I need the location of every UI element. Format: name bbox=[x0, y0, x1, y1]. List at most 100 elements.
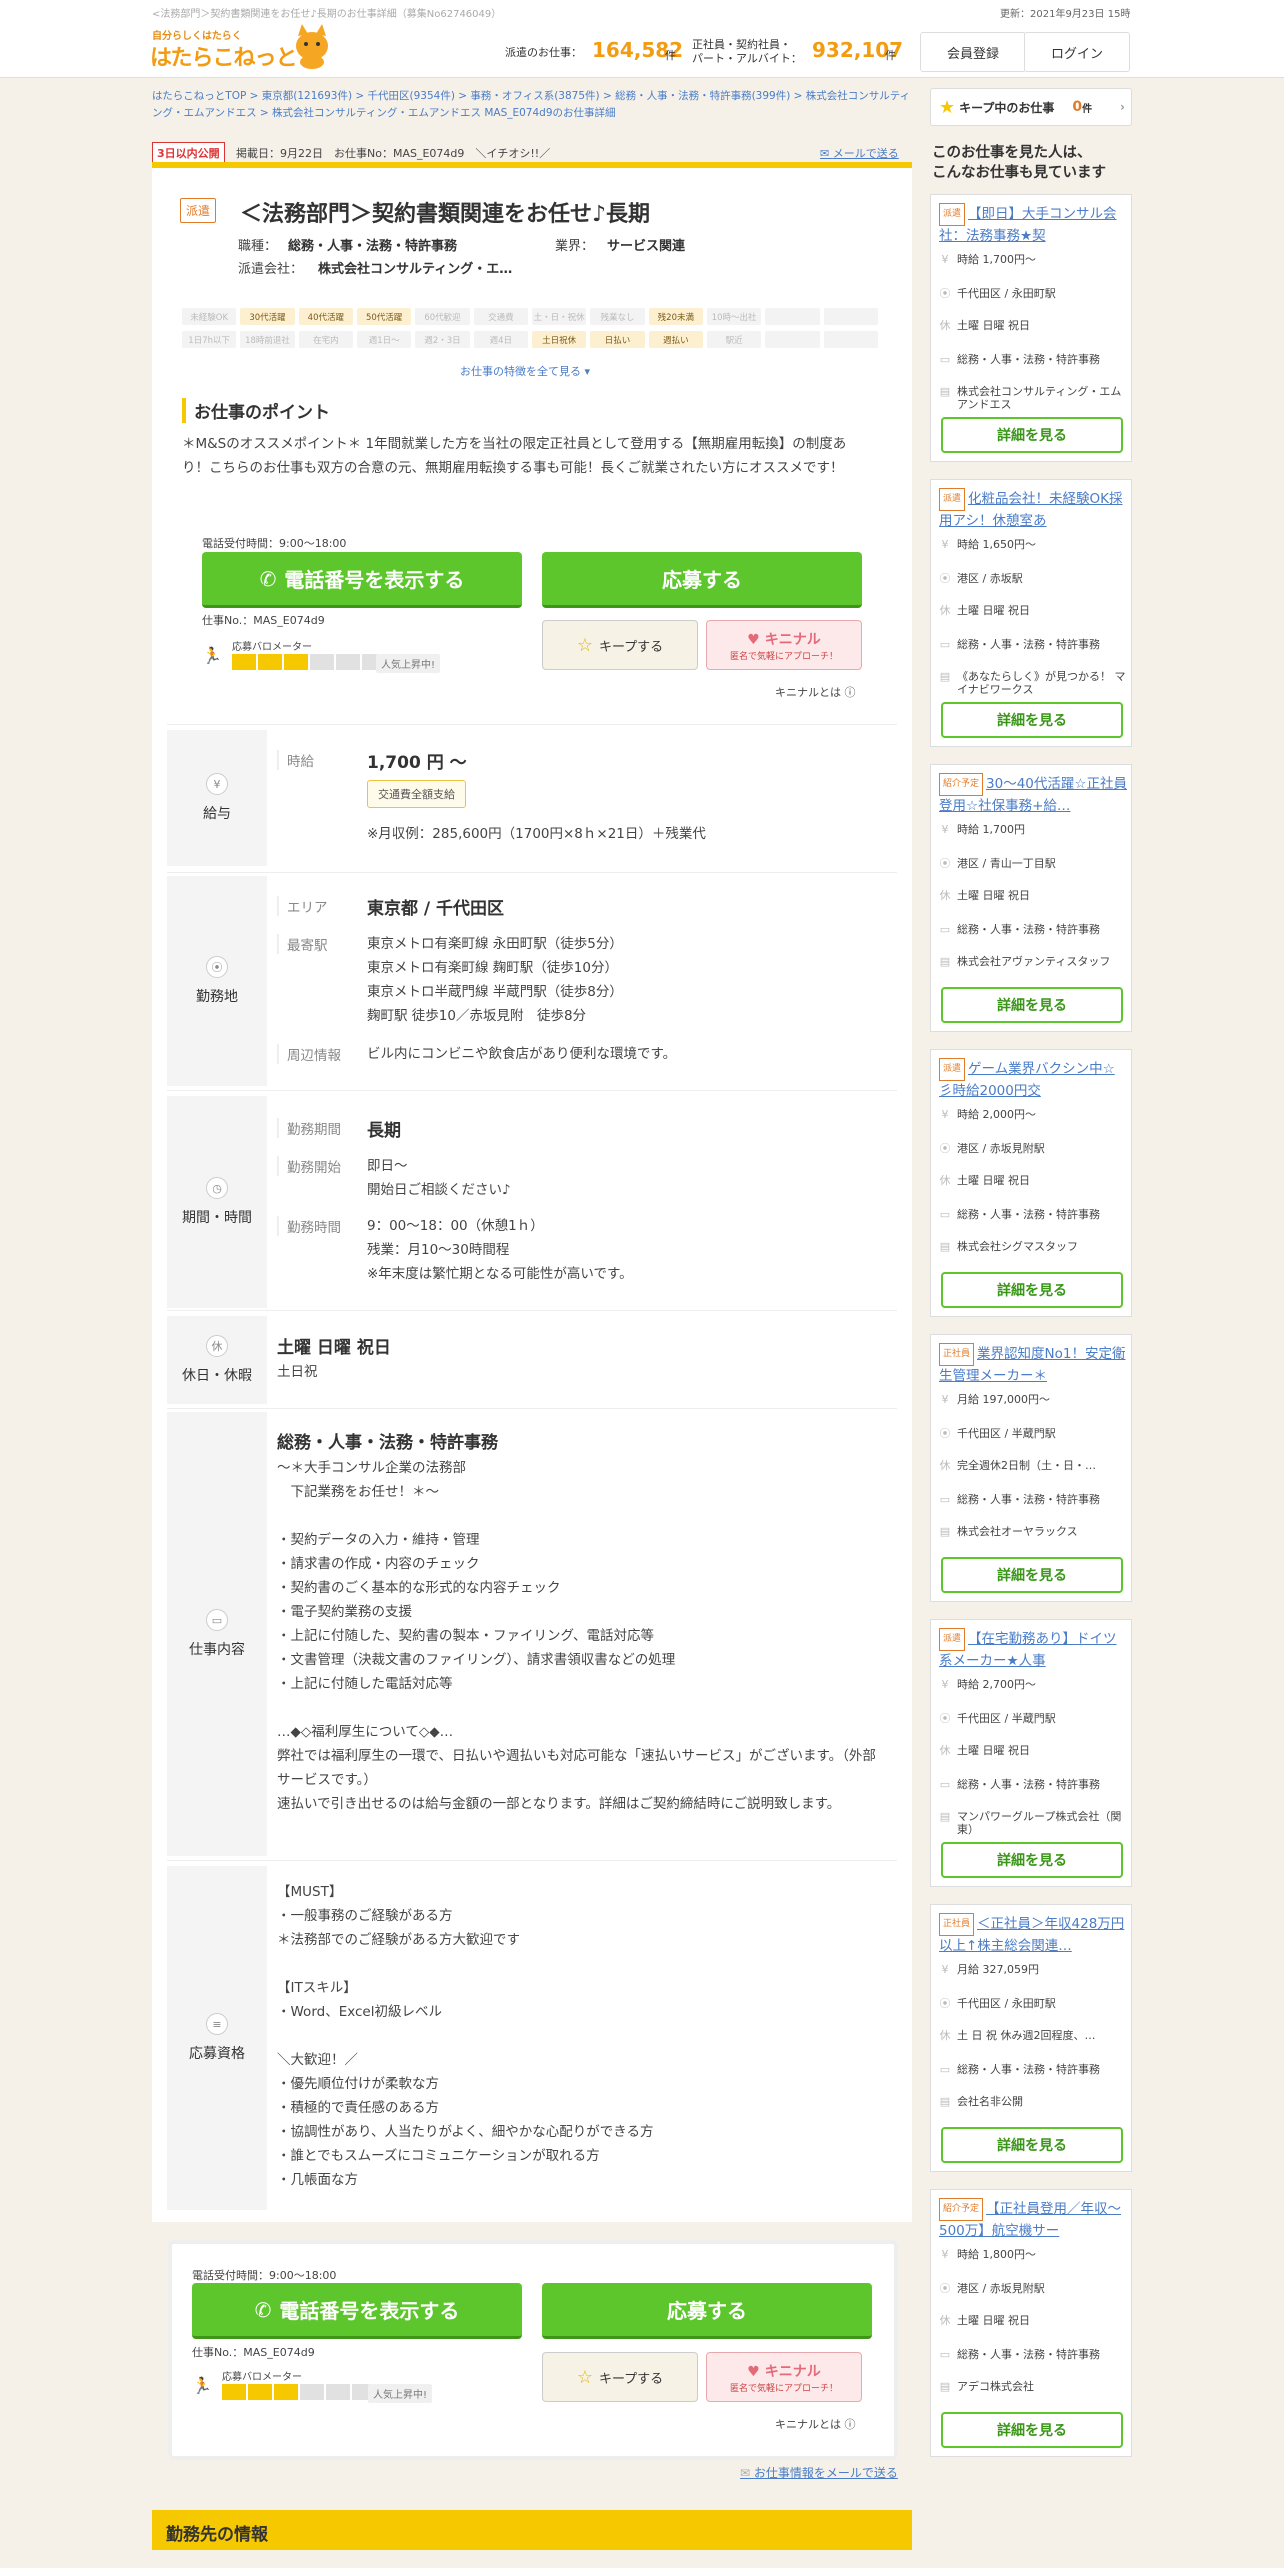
building-icon: ▤ bbox=[939, 1525, 951, 1538]
meter-segment bbox=[222, 2384, 246, 2400]
chevron-right-icon: › bbox=[1120, 100, 1125, 114]
related-job-holiday: 休土 日 祝 休み週2回程度、… bbox=[939, 2029, 1129, 2042]
text-line: ・誰とでもスムーズにコミュニケーションが取れる方 bbox=[277, 2148, 600, 2164]
meter-segment bbox=[232, 654, 256, 670]
kininal-help-link[interactable]: キニナルとは ⓘ bbox=[775, 684, 856, 700]
related-job-title[interactable]: 正社員 業界認知度No1！安定衛生管理メーカー＊ bbox=[939, 1343, 1127, 1385]
related-job-card[interactable]: 派遣 【在宅勤務あり】ドイツ系メーカー★人事 ¥ 時給 2,700円～ ⦿ 千代田区 / … bbox=[930, 1619, 1132, 1887]
apply-button-bottom[interactable]: 応募する bbox=[542, 2283, 872, 2339]
yen-icon: ¥ bbox=[941, 1108, 949, 1121]
related-job-title-text: 化粧品会社！未経験OK採用アシ！休憩室あ bbox=[939, 491, 1123, 529]
kininal-button[interactable]: ♥ キニナル 匿名で気軽にアプローチ！ bbox=[706, 620, 862, 670]
meter-label: 応募バロメーター bbox=[232, 642, 312, 653]
building-icon: ▤ bbox=[939, 1810, 951, 1823]
heart-icon: ♥ bbox=[747, 631, 765, 648]
related-job-title[interactable]: 派遣 【即日】大手コンサル会社：法務事務★契 bbox=[939, 203, 1127, 245]
related-job-title[interactable]: 派遣 【在宅勤務あり】ドイツ系メーカー★人事 bbox=[939, 1628, 1127, 1670]
show-phone-button-bottom[interactable]: ✆ 電話番号を表示する bbox=[192, 2283, 522, 2339]
yen-icon: ¥ bbox=[941, 1963, 949, 1976]
related-job-card[interactable]: 派遣 ゲーム業界バクシン中☆彡時給2000円交 ¥ 時給 2,000円～ ⦿ 港区 / 赤… bbox=[930, 1049, 1132, 1317]
yen-icon: ¥ bbox=[941, 823, 949, 836]
text-line: 下記業務をお任せ！＊～ bbox=[277, 1484, 439, 1500]
start-line: 即日～ bbox=[367, 1158, 408, 1174]
related-job-card[interactable]: 紹介予定 【正社員登用／年収～500万】航空機サー ¥ 時給 1,800円～ ⦿ 港区 /… bbox=[930, 2189, 1132, 2457]
start-key: 勤務開始 bbox=[277, 1156, 341, 1176]
related-job-card[interactable]: 派遣 【即日】大手コンサル会社：法務事務★契 ¥ 時給 1,700円～ ⦿ 千代田区 / … bbox=[930, 194, 1132, 462]
detail-button[interactable]: 詳細を見る bbox=[941, 987, 1123, 1023]
time-line: 9：00～18：00（休憩1ｈ） bbox=[367, 1218, 544, 1234]
work-description: ～＊大手コンサル企業の法務部 下記業務をお任せ！＊～ ・契約データの入力・維持・管… bbox=[277, 1456, 877, 1816]
breadcrumb-line-1[interactable]: はたらこねっとTOP > 東京都(121693件) > 千代田区(9354件) … bbox=[152, 88, 912, 105]
keep-button[interactable]: ☆ キープする bbox=[542, 620, 698, 670]
related-job-title[interactable]: 派遣 ゲーム業界バクシン中☆彡時給2000円交 bbox=[939, 1058, 1127, 1100]
related-job-pay-value: 時給 1,700円 bbox=[957, 823, 1025, 836]
related-job-title-text: 【在宅勤務あり】ドイツ系メーカー★人事 bbox=[939, 1631, 1117, 1669]
keep-list-label: キープ中のお仕事 bbox=[959, 100, 1055, 115]
related-job-title[interactable]: 派遣 化粧品会社！未経験OK採用アシ！休憩室あ bbox=[939, 488, 1127, 530]
meter-segment bbox=[284, 654, 308, 670]
text-line: ・契約書のごく基本的な形式的な内容チェック bbox=[277, 1580, 561, 1596]
location-section: ⦿ 勤務地 bbox=[167, 876, 267, 1086]
qualification-label: 応募資格 bbox=[189, 2046, 245, 2062]
feature-tag: 週払い bbox=[648, 331, 703, 348]
login-button[interactable]: ログイン bbox=[1024, 32, 1130, 72]
mail-job-link[interactable]: ✉ お仕事情報をメールで送る bbox=[740, 2464, 898, 2481]
related-job-holiday-value: 土曜 日曜 祝日 bbox=[957, 2314, 1030, 2327]
related-job-card[interactable]: 正社員 業界認知度No1！安定衛生管理メーカー＊ ¥ 月給 197,000円～ ⦿ 千代田… bbox=[930, 1334, 1132, 1602]
feature-tag bbox=[765, 308, 820, 325]
related-heading-line: こんなお仕事も見ています bbox=[932, 165, 1106, 181]
kininal-button-bottom[interactable]: ♥ キニナル 匿名で気軽にアプローチ！ bbox=[706, 2352, 862, 2402]
occupation-value: 総務・人事・法務・特許事務 bbox=[288, 239, 458, 254]
detail-button[interactable]: 詳細を見る bbox=[941, 1557, 1123, 1593]
related-job-pay-value: 時給 1,650円～ bbox=[957, 538, 1036, 551]
briefcase-icon: ▭ bbox=[206, 1609, 228, 1631]
related-job-card[interactable]: 紹介予定 30～40代活躍☆正社員登用☆社保事務+給… ¥ 時給 1,700円 ⦿ 港区 … bbox=[930, 764, 1132, 1032]
detail-button[interactable]: 詳細を見る bbox=[941, 2127, 1123, 2163]
station-item: 麹町駅 徒歩10／赤坂見附 徒歩8分 bbox=[367, 1008, 587, 1024]
feature-tag: 土日祝休 bbox=[531, 331, 587, 348]
related-job-company-value: アデコ株式会社 bbox=[957, 2380, 1034, 2393]
mail-icon: ✉ bbox=[740, 2466, 754, 2480]
related-job-card[interactable]: 正社員 ＜正社員＞年収428万円以上↑株主総会関連… ¥ 月給 327,059円 ⦿ 千代… bbox=[930, 1904, 1132, 2172]
feature-tag: 駅近 bbox=[706, 331, 762, 348]
breadcrumb-line-2[interactable]: ング・エムアンドエス > 株式会社コンサルティング・エムアンドエス MAS_E0… bbox=[152, 105, 912, 122]
dispatch-count-label: 派遣のお仕事： bbox=[505, 46, 582, 59]
mail-link[interactable]: ✉ メールで送る bbox=[820, 145, 899, 161]
register-button[interactable]: 会員登録 bbox=[920, 32, 1026, 72]
keep-button-bottom[interactable]: ☆ キープする bbox=[542, 2352, 698, 2402]
keep-list-link[interactable]: ★ キープ中のお仕事 0件 › bbox=[930, 88, 1132, 126]
related-job-title[interactable]: 紹介予定 30～40代活躍☆正社員登用☆社保事務+給… bbox=[939, 773, 1127, 815]
yen-icon: ¥ bbox=[941, 253, 949, 266]
holiday-icon: 休 bbox=[939, 1744, 951, 1757]
detail-button[interactable]: 詳細を見る bbox=[941, 702, 1123, 738]
related-job-title[interactable]: 紹介予定 【正社員登用／年収～500万】航空機サー bbox=[939, 2198, 1127, 2240]
related-job-holiday: 休完全週休2日制（土・日・… bbox=[939, 1459, 1129, 1472]
related-job-card[interactable]: 派遣 化粧品会社！未経験OK採用アシ！休憩室あ ¥ 時給 1,650円～ ⦿ 港区 / 赤… bbox=[930, 479, 1132, 747]
detail-button[interactable]: 詳細を見る bbox=[941, 2412, 1123, 2448]
feature-tag: 週4日 bbox=[473, 331, 528, 348]
station-item: 東京メトロ有楽町線 永田町駅（徒歩5分） bbox=[367, 936, 623, 952]
text-line: ・契約データの入力・維持・管理 bbox=[277, 1532, 480, 1548]
qualification-list: 【MUST】 ・一般事務のご経験がある方 ＊法務部でのご経験がある方大歓迎です 【IT… bbox=[277, 1880, 877, 2192]
tel-hours-bottom: 電話受付時間：9:00～18:00 bbox=[192, 2269, 337, 2282]
related-job-job-value: 総務・人事・法務・特許事務 bbox=[957, 1778, 1100, 1791]
feature-tag: 60代歓迎 bbox=[415, 308, 470, 325]
related-job-title[interactable]: 正社員 ＜正社員＞年収428万円以上↑株主総会関連… bbox=[939, 1913, 1127, 1955]
company-label: 派遣会社： bbox=[238, 262, 304, 277]
related-job-job-value: 総務・人事・法務・特許事務 bbox=[957, 1493, 1100, 1506]
kininal-help-link-bottom[interactable]: キニナルとは ⓘ bbox=[775, 2416, 856, 2432]
related-job-pay: ¥ 時給 1,700円 bbox=[939, 823, 1129, 836]
site-logo[interactable]: はたらこねっと bbox=[150, 40, 298, 72]
related-job-pay-value: 月給 327,059円 bbox=[957, 1963, 1039, 1976]
detail-button[interactable]: 詳細を見る bbox=[941, 1272, 1123, 1308]
related-job-pay: ¥ 時給 2,000円～ bbox=[939, 1108, 1129, 1121]
apply-button[interactable]: 応募する bbox=[542, 552, 862, 608]
detail-button[interactable]: 詳細を見る bbox=[941, 417, 1123, 453]
time-line: ※年末度は繁忙期となる可能性が高いです。 bbox=[367, 1266, 633, 1282]
show-phone-button[interactable]: ✆ 電話番号を表示する bbox=[202, 552, 522, 608]
related-job-station-value: 千代田区 / 永田町駅 bbox=[957, 287, 1056, 300]
map-pin-icon: ⦿ bbox=[206, 956, 228, 978]
see-all-features-link[interactable]: お仕事の特徴を全て見る ▾ bbox=[460, 363, 590, 379]
text-line: ～＊大手コンサル企業の法務部 bbox=[277, 1460, 466, 1476]
detail-button[interactable]: 詳細を見る bbox=[941, 1842, 1123, 1878]
